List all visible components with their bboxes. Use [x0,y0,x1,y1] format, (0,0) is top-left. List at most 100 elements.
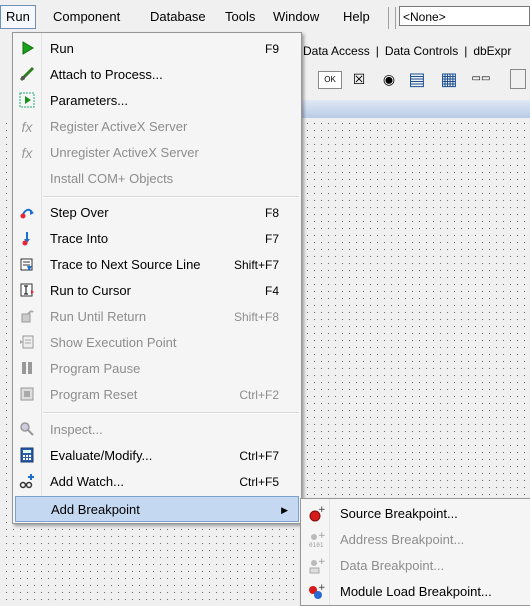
tab-separator: | [375,44,379,58]
source-breakpoint-icon: + [307,505,326,523]
menu-item-label: Unregister ActiveX Server [50,145,199,160]
component-palette-tools: OK ☒ ◉ ▤ ▦ ▭▭ [300,66,530,94]
menu-item-label: Step Over [50,205,109,220]
menu-item-label: Register ActiveX Server [50,119,188,134]
register-activex-icon: fx [21,119,33,135]
menu-run[interactable]: Run [0,5,36,29]
menu-item-attach-to-process[interactable]: Attach to Process... [15,62,299,88]
svg-text:0101: 0101 [309,542,324,549]
menu-item-label: Install COM+ Objects [50,171,174,186]
menu-item-label: Data Breakpoint... [340,558,445,573]
menu-item-add-breakpoint[interactable]: Add Breakpoint ▶ [15,496,299,522]
menu-item-program-pause[interactable]: Program Pause [15,356,299,382]
svg-text:+: + [318,505,325,515]
trace-into-icon [18,230,36,248]
pause-icon [18,360,36,378]
menu-item-parameters[interactable]: Parameters... [15,88,299,114]
show-execution-point-icon [18,334,36,352]
desktop-combo[interactable]: <None> [399,6,530,26]
menu-item-show-execution-point[interactable]: Show Execution Point [15,330,299,356]
radio-component-icon[interactable]: ◉ [380,68,398,90]
evaluate-icon [18,447,36,465]
menu-tools[interactable]: Tools [220,6,260,28]
listbox-component-icon[interactable]: ▤ [404,68,430,90]
checkbox-component-icon[interactable]: ☒ [350,68,368,90]
menu-item-inspect[interactable]: Inspect... [15,417,299,443]
tab-data-controls[interactable]: Data Controls [382,44,461,58]
menu-item-label: Run Until Return [50,309,147,324]
submenu-item-source-breakpoint[interactable]: + Source Breakpoint... [303,501,529,527]
menu-item-label: Add Breakpoint [51,502,140,517]
combobox-component-icon[interactable]: ▦ [436,68,462,90]
parameters-icon [18,92,36,110]
menu-separator [43,196,299,198]
menu-item-shortcut: Shift+F7 [233,258,279,272]
menu-item-unregister-activex[interactable]: fx Unregister ActiveX Server [15,140,299,166]
address-breakpoint-icon: +0101 [307,531,326,549]
menu-item-label: Attach to Process... [50,67,163,82]
submenu-item-data-breakpoint[interactable]: + Data Breakpoint... [303,553,529,579]
menu-component[interactable]: Component [48,6,125,28]
menu-item-label: Parameters... [50,93,129,108]
tab-dbexpress[interactable]: dbExpr [470,44,514,58]
menu-item-run[interactable]: Run F9 [15,36,299,62]
menu-item-install-com-objects[interactable]: Install COM+ Objects [15,166,299,192]
menu-item-label: Trace Into [50,231,109,246]
tab-data-access[interactable]: Data Access [300,44,373,58]
add-breakpoint-submenu: + Source Breakpoint... +0101 Address Bre… [300,498,530,606]
trace-next-line-icon [18,256,36,274]
run-icon [18,40,36,58]
inspect-icon [18,421,36,439]
menu-item-trace-into[interactable]: Trace Into F7 [15,226,299,252]
menu-item-label: Program Reset [50,387,138,402]
button-component-icon[interactable]: OK [318,71,342,89]
menu-window[interactable]: Window [268,6,324,28]
menu-item-program-reset[interactable]: Program Reset Ctrl+F2 [15,382,299,408]
component-palette-tabs: Data Access | Data Controls | dbExpr [300,40,514,62]
menu-item-label: Show Execution Point [50,335,177,350]
menu-item-label: Source Breakpoint... [340,506,458,521]
menu-help[interactable]: Help [338,6,375,28]
menu-item-run-to-cursor[interactable]: Run to Cursor F4 [15,278,299,304]
step-over-icon [18,204,36,222]
menu-item-label: Add Watch... [50,474,124,489]
submenu-item-module-load-breakpoint[interactable]: + Module Load Breakpoint... [303,579,529,605]
module-load-breakpoint-icon: + [307,583,326,601]
attach-icon [18,66,36,84]
menu-item-step-over[interactable]: Step Over F8 [15,200,299,226]
svg-text:+: + [318,557,325,567]
menu-item-label: Trace to Next Source Line [50,257,201,272]
menu-item-trace-to-next-source-line[interactable]: Trace to Next Source Line Shift+F7 [15,252,299,278]
groupbox-component-icon[interactable] [510,69,526,89]
menu-item-shortcut: F8 [264,206,279,220]
svg-text:+: + [318,531,325,541]
menu-item-label: Run to Cursor [50,283,131,298]
data-breakpoint-icon: + [307,557,326,575]
menu-item-shortcut: Ctrl+F5 [239,475,279,489]
menu-item-shortcut: F7 [264,232,279,246]
menu-database[interactable]: Database [145,6,211,28]
menu-item-shortcut: F4 [264,284,279,298]
menu-item-label: Program Pause [50,361,141,376]
submenu-item-address-breakpoint[interactable]: +0101 Address Breakpoint... [303,527,529,553]
toolbar-separator [388,7,396,29]
menu-item-label: Module Load Breakpoint... [340,584,492,599]
menu-item-add-watch[interactable]: Add Watch... Ctrl+F5 [15,469,299,495]
unregister-activex-icon: fx [21,145,33,161]
form-title-bar [300,100,530,118]
menu-item-shortcut: Shift+F8 [233,310,279,324]
tab-separator: | [464,44,468,58]
menu-item-shortcut: Ctrl+F2 [239,388,279,402]
menu-item-register-activex[interactable]: fx Register ActiveX Server [15,114,299,140]
menu-item-evaluate-modify[interactable]: Evaluate/Modify... Ctrl+F7 [15,443,299,469]
scrollbar-component-icon[interactable]: ▭▭ [468,68,494,90]
menu-bar: Run Component Database Tools Window Help… [0,0,530,36]
menu-item-label: Run [50,41,74,56]
menu-item-label: Address Breakpoint... [340,532,465,547]
menu-item-shortcut: Ctrl+F7 [239,449,279,463]
menu-item-run-until-return[interactable]: Run Until Return Shift+F8 [15,304,299,330]
run-until-return-icon [18,308,36,326]
menu-item-label: Evaluate/Modify... [50,448,153,463]
svg-text:+: + [318,583,325,593]
run-to-cursor-icon [18,282,36,300]
